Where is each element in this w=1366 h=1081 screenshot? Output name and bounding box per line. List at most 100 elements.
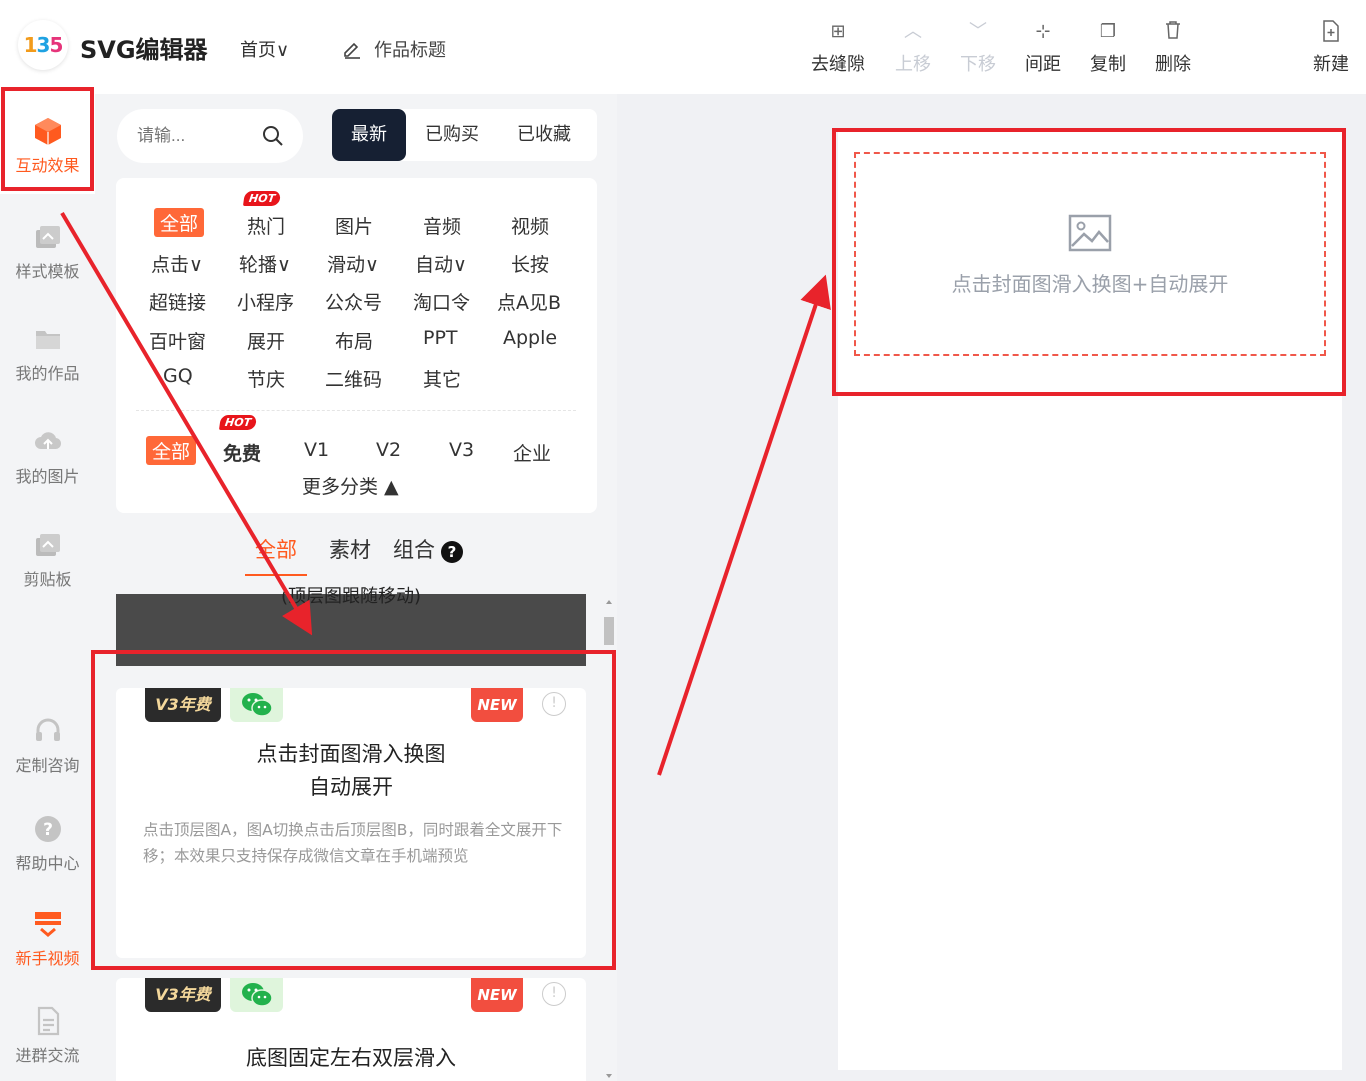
headset-icon xyxy=(35,718,60,741)
sidebar-item-clipboard[interactable]: 剪贴板 xyxy=(0,530,95,590)
price-all[interactable]: 全部 xyxy=(146,436,197,465)
category-all[interactable]: 全部 xyxy=(154,208,205,237)
sidebar-item-custom-consult[interactable]: 定制咨询 xyxy=(0,716,95,776)
svg-text:?: ? xyxy=(43,820,53,840)
effect-card[interactable]: V3年费 NEW ! 底图固定左右双层滑入 xyxy=(116,978,586,1081)
category-gq[interactable]: GQ xyxy=(163,365,193,387)
scrollbar-thumb[interactable] xyxy=(604,617,614,645)
info-icon[interactable]: ! xyxy=(542,982,566,1006)
category-slide[interactable]: 滑动∨ xyxy=(327,250,379,277)
home-dropdown[interactable]: 首页∨ xyxy=(240,36,289,62)
logo-digit: 1 xyxy=(23,33,38,57)
sidebar-item-join-group[interactable]: 进群交流 xyxy=(0,1006,95,1066)
pencil-icon xyxy=(344,42,360,59)
tab-purchased[interactable]: 已购买 xyxy=(406,109,498,161)
delete-button[interactable]: 删除 xyxy=(1141,20,1205,76)
category-hyperlink[interactable]: 超链接 xyxy=(149,288,206,315)
category-images[interactable]: 图片 xyxy=(335,212,373,239)
category-click-a-see-b[interactable]: 点A见B xyxy=(497,288,561,315)
sidebar-label: 进群交流 xyxy=(15,1046,80,1065)
category-ppt[interactable]: PPT xyxy=(423,327,458,349)
price-v2[interactable]: V2 xyxy=(376,439,401,461)
category-divider xyxy=(136,410,576,411)
hot-badge: HOT xyxy=(218,415,258,430)
scroll-up-arrow-icon[interactable] xyxy=(604,597,614,607)
wechat-icon xyxy=(241,983,273,1007)
sidebar-item-beginner-videos[interactable]: 新手视频 xyxy=(0,909,95,969)
tool-label: 复制 xyxy=(1090,54,1126,75)
tab-favorites[interactable]: 已收藏 xyxy=(498,109,590,161)
sidebar-item-my-works[interactable]: 我的作品 xyxy=(0,324,95,384)
category-apple[interactable]: Apple xyxy=(503,327,557,349)
question-icon[interactable]: ? xyxy=(441,541,463,563)
category-carousel[interactable]: 轮播∨ xyxy=(239,250,291,277)
copy-icon: ❐ xyxy=(1099,21,1117,42)
tool-label: 上移 xyxy=(895,54,931,75)
folder-icon xyxy=(35,331,60,349)
new-badge: NEW xyxy=(471,978,523,1012)
tab-all[interactable]: 全部 xyxy=(245,534,307,576)
sidebar-label: 帮助中心 xyxy=(15,854,80,873)
move-down-button[interactable]: ﹀ 下移 xyxy=(946,20,1010,76)
clipboard-icon xyxy=(35,534,60,556)
trash-icon xyxy=(1141,20,1205,44)
tool-label: 新建 xyxy=(1313,54,1349,75)
help-icon: ? xyxy=(34,816,61,842)
work-title-field[interactable]: 作品标题 xyxy=(342,36,446,62)
search-input[interactable] xyxy=(137,121,257,151)
category-other[interactable]: 其它 xyxy=(423,365,461,392)
price-free[interactable]: 免费 xyxy=(223,439,261,466)
effect-card-title-line: 底图固定左右双层滑入 xyxy=(246,1046,456,1070)
price-enterprise[interactable]: 企业 xyxy=(513,439,551,466)
highlight-box-card xyxy=(91,650,616,970)
new-button[interactable]: 新建 xyxy=(1299,20,1363,76)
category-festival[interactable]: 节庆 xyxy=(247,365,285,392)
remove-gap-button[interactable]: ⊞ 去缝隙 xyxy=(806,20,870,76)
chevron-up-icon: ︿ xyxy=(904,21,922,42)
category-audio[interactable]: 音频 xyxy=(423,212,461,239)
tab-materials[interactable]: 素材 xyxy=(329,534,371,564)
more-categories-toggle[interactable]: 更多分类 ▲ xyxy=(302,472,399,499)
logo-digit: 5 xyxy=(49,33,63,57)
app-logo[interactable]: 135 xyxy=(18,20,68,70)
category-mini-program[interactable]: 小程序 xyxy=(237,288,294,315)
move-up-button[interactable]: ︿ 上移 xyxy=(881,20,945,76)
tool-label: 下移 xyxy=(960,54,996,75)
top-bar: 135 SVG编辑器 首页∨ 作品标题 ⊞ 去缝隙 ︿ 上移 ﹀ 下移 ⊹ 间距 ❐ 复制… xyxy=(0,0,1366,94)
search-icon[interactable] xyxy=(261,124,285,148)
v3-annual-badge: V3年费 xyxy=(145,978,221,1012)
filter-tabs: 最新 已购买 已收藏 xyxy=(332,109,597,161)
sidebar-item-style-templates[interactable]: 样式模板 xyxy=(0,222,95,282)
template-icon xyxy=(35,226,60,248)
scroll-down-arrow-icon[interactable] xyxy=(604,1071,614,1081)
category-layout[interactable]: 布局 xyxy=(335,327,373,354)
category-taobao-code[interactable]: 淘口令 xyxy=(413,288,470,315)
spacing-button[interactable]: ⊹ 间距 xyxy=(1011,20,1075,76)
tab-latest[interactable]: 最新 xyxy=(332,109,406,161)
category-expand[interactable]: 展开 xyxy=(247,327,285,354)
sidebar-label: 剪贴板 xyxy=(23,570,72,589)
category-auto[interactable]: 自动∨ xyxy=(415,250,467,277)
category-qrcode[interactable]: 二维码 xyxy=(325,365,382,392)
category-hot[interactable]: 热门 xyxy=(247,212,285,239)
tab-combinations[interactable]: 组合? xyxy=(393,534,463,564)
category-long-press[interactable]: 长按 xyxy=(511,250,549,277)
document-icon xyxy=(37,1006,59,1036)
category-video[interactable]: 视频 xyxy=(511,212,549,239)
copy-button[interactable]: ❐ 复制 xyxy=(1076,20,1140,76)
price-v1[interactable]: V1 xyxy=(304,439,329,461)
sidebar-label: 我的图片 xyxy=(15,467,80,486)
effect-card-title: 底图固定左右双层滑入 xyxy=(116,1042,586,1075)
hot-badge: HOT xyxy=(242,191,282,206)
sidebar-item-help-center[interactable]: ? 帮助中心 xyxy=(0,814,95,874)
sidebar-item-my-images[interactable]: 我的图片 xyxy=(0,427,95,487)
content-type-tabs: 全部 素材 组合? xyxy=(245,534,463,576)
sidebar-label: 定制咨询 xyxy=(15,756,80,775)
price-v3[interactable]: V3 xyxy=(449,439,474,461)
wechat-badge xyxy=(230,978,283,1012)
work-title-label: 作品标题 xyxy=(374,40,446,61)
category-official-account[interactable]: 公众号 xyxy=(325,288,382,315)
sidebar-label: 我的作品 xyxy=(15,364,80,383)
category-blinds[interactable]: 百叶窗 xyxy=(149,327,206,354)
category-click[interactable]: 点击∨ xyxy=(151,250,203,277)
